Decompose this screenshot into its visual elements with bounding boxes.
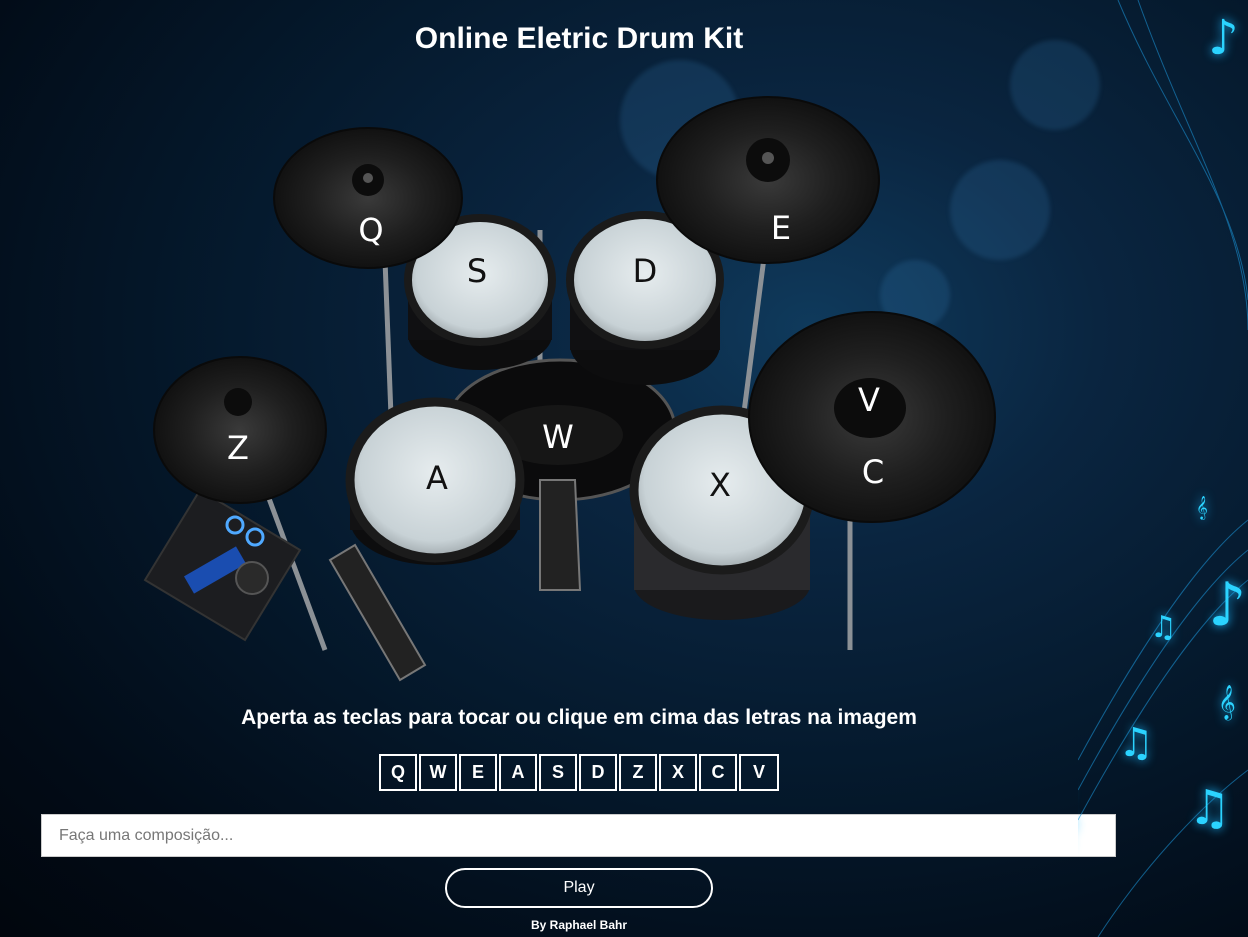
music-note-icon: ♫	[1150, 610, 1177, 645]
key-button-e[interactable]: E	[459, 754, 497, 791]
music-note-icon: ♫	[1118, 720, 1154, 766]
pad-label-snare[interactable]: A	[426, 459, 448, 497]
pad-label-tom-2[interactable]: D	[633, 252, 658, 290]
pad-label-crash-cymbal-bell[interactable]: V	[858, 381, 880, 419]
author-credit: By Raphael Bahr	[530, 918, 628, 932]
key-button-a[interactable]: A	[499, 754, 537, 791]
drum-kit-image: Q E S D W Z A X V C	[140, 90, 1020, 700]
music-notes-decoration: ♪ ♫ ♪ ♫ ♫ 𝄞 𝄞 𝄞	[1078, 0, 1248, 937]
key-buttons: Q W E A S D Z X C V	[379, 754, 779, 791]
instruction-text: Aperta as teclas para tocar ou clique em…	[241, 706, 917, 729]
key-button-s[interactable]: S	[539, 754, 577, 791]
page-title: Online Eletric Drum Kit	[414, 22, 744, 55]
treble-clef-icon: 𝄞	[1196, 495, 1208, 519]
key-button-d[interactable]: D	[579, 754, 617, 791]
music-note-icon: ♪	[1208, 570, 1247, 640]
key-button-z[interactable]: Z	[619, 754, 657, 791]
play-button[interactable]: Play	[445, 868, 713, 908]
key-button-c[interactable]: C	[699, 754, 737, 791]
pad-label-crash-cymbal-edge[interactable]: C	[862, 453, 884, 491]
pad-label-hi-hat[interactable]: Z	[227, 429, 249, 467]
pad-label-tom-1[interactable]: S	[467, 252, 487, 290]
pad-label-kick-drum[interactable]: W	[542, 418, 574, 456]
composition-input[interactable]	[41, 814, 1116, 857]
pad-label-ride-cymbal[interactable]: E	[771, 209, 791, 247]
key-button-w[interactable]: W	[419, 754, 457, 791]
drum-kit-illustration	[143, 96, 996, 682]
pad-label-floor-tom[interactable]: X	[709, 466, 731, 504]
treble-clef-icon: 𝄞	[1218, 685, 1236, 720]
pad-label-crash-cymbal-left[interactable]: Q	[358, 211, 383, 249]
key-button-q[interactable]: Q	[379, 754, 417, 791]
key-button-v[interactable]: V	[739, 754, 779, 791]
music-note-icon: ♫	[1188, 780, 1232, 836]
music-note-icon: ♪	[1208, 10, 1239, 66]
key-button-x[interactable]: X	[659, 754, 697, 791]
